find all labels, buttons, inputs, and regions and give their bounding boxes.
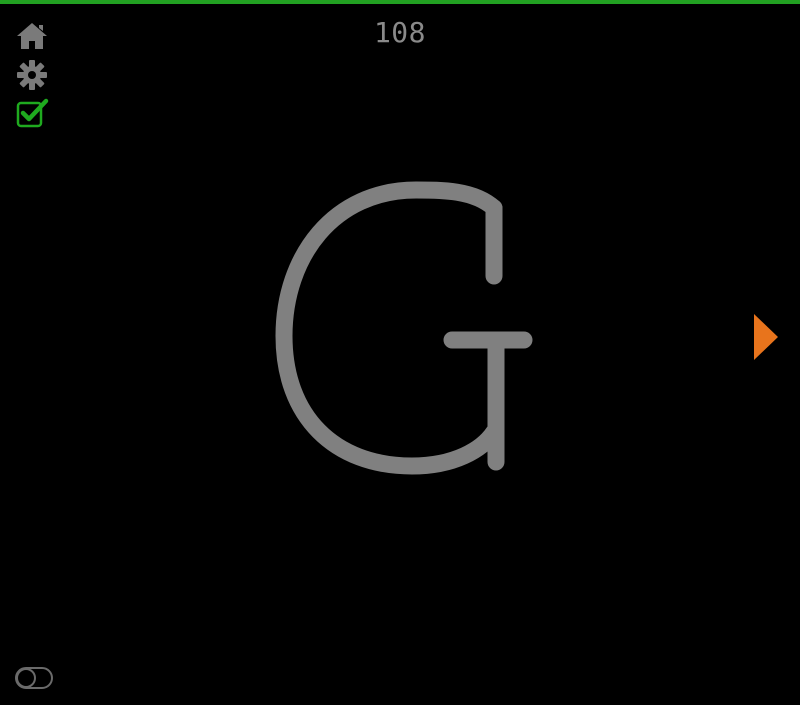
- next-arrow-button[interactable]: [748, 310, 784, 364]
- app-window: 108 G: [0, 0, 800, 705]
- counter-display: 108: [373, 16, 427, 49]
- home-icon[interactable]: [14, 18, 50, 54]
- top-progress-bar: [0, 0, 800, 4]
- toggle-off-icon[interactable]: [14, 664, 54, 692]
- checkbox-checked-icon[interactable]: [14, 96, 50, 132]
- sidebar: [14, 18, 50, 135]
- gear-icon[interactable]: [14, 57, 50, 93]
- letter-glyph: G: [275, 181, 533, 475]
